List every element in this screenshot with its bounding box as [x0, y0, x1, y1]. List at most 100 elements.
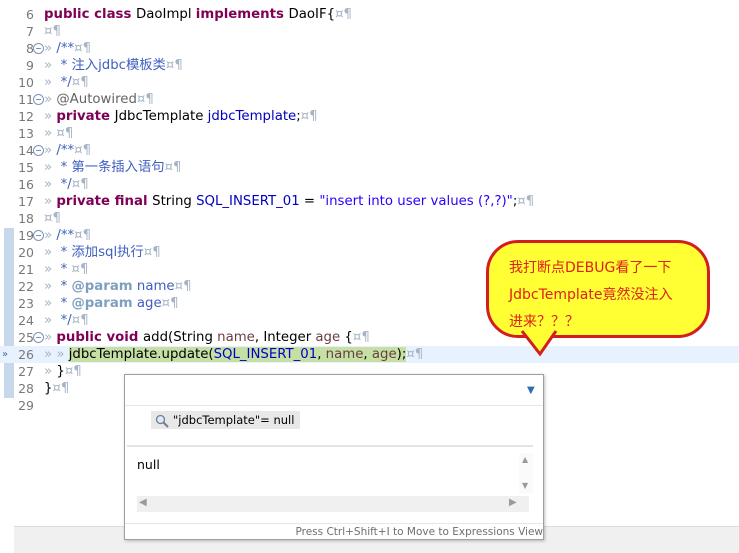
- code-line[interactable]: 10 » */¤¶: [0, 74, 739, 91]
- value-vertical-scrollbar[interactable]: ▲ ▼: [519, 453, 533, 493]
- code-token: »: [44, 313, 57, 328]
- code-token: name: [132, 279, 175, 294]
- line-number: 11: [18, 92, 34, 107]
- code-token: » »: [44, 347, 69, 362]
- code-token: »: [44, 41, 57, 56]
- fold-toggle-icon[interactable]: −: [33, 94, 44, 105]
- code-token: »: [44, 160, 57, 175]
- scroll-left-icon[interactable]: ◀: [139, 497, 147, 508]
- current-instruction-icon: »: [2, 349, 9, 360]
- code-token: »: [44, 92, 57, 107]
- code-token: »: [44, 364, 57, 379]
- code-line[interactable]: 16 » */¤¶: [0, 176, 739, 193]
- code-token: ¤¶: [174, 279, 192, 294]
- code-line[interactable]: 11−» @Autowired¤¶: [0, 91, 739, 108]
- code-token: SQL_INSERT_01: [213, 347, 318, 362]
- code-text: » private JdbcTemplate jdbcTemplate;¤¶: [44, 108, 318, 125]
- code-token: }: [56, 364, 65, 379]
- scroll-up-icon[interactable]: ▲: [522, 455, 528, 464]
- chevron-down-icon[interactable]: ▼: [527, 385, 535, 396]
- code-line[interactable]: 17 » private final String SQL_INSERT_01 =…: [0, 193, 739, 210]
- line-number: 7: [26, 24, 34, 39]
- expression-row[interactable]: "jdbcTemplate"= null: [151, 411, 301, 429]
- code-token: »: [44, 330, 57, 345]
- code-line[interactable]: 12 » private JdbcTemplate jdbcTemplate;¤¶: [0, 108, 739, 125]
- code-token: ¤¶: [44, 211, 61, 226]
- code-token: ¤¶: [335, 7, 353, 22]
- code-token: {: [340, 330, 353, 345]
- fold-toggle-icon[interactable]: −: [33, 332, 44, 343]
- code-text: » private final String SQL_INSERT_01 = "…: [44, 193, 534, 210]
- code-text: » * ¤¶: [44, 261, 88, 278]
- code-token: /**: [56, 143, 75, 158]
- code-token: DaoImpl: [136, 7, 196, 22]
- line-number: 18: [18, 211, 34, 226]
- code-token: "insert into user values (?,?)": [319, 194, 513, 209]
- code-token: /**: [56, 41, 75, 56]
- code-token: ¤¶: [143, 245, 161, 260]
- code-line[interactable]: 6 public class DaoImpl implements DaoIF{¤…: [0, 6, 739, 23]
- code-text: » » jdbcTemplate.update(SQL_INSERT_01, n…: [44, 346, 423, 363]
- scroll-down-icon[interactable]: ▼: [522, 481, 528, 490]
- fold-toggle-icon[interactable]: −: [33, 43, 44, 54]
- code-token: =: [299, 194, 320, 209]
- expression-label: "jdbcTemplate"= null: [173, 413, 295, 427]
- code-line[interactable]: 9 » * 注入jdbc模板类¤¶: [0, 57, 739, 74]
- line-number: 14: [18, 143, 34, 158]
- line-number: 26: [18, 347, 34, 362]
- code-token: »: [44, 279, 57, 294]
- code-token: /**: [56, 228, 75, 243]
- code-token: ¤¶: [352, 330, 370, 345]
- code-token: ¤¶: [406, 347, 424, 362]
- code-text: » */¤¶: [44, 312, 89, 329]
- code-token: ¤¶: [161, 296, 179, 311]
- code-token: name: [217, 330, 255, 345]
- code-token: age: [315, 330, 341, 345]
- code-line[interactable]: 7 ¤¶: [0, 23, 739, 40]
- callout-tail: [520, 330, 558, 357]
- code-token: */: [56, 75, 72, 90]
- code-token: ¤¶: [74, 41, 92, 56]
- code-text: » ¤¶: [44, 125, 73, 142]
- code-token: ¤¶: [71, 313, 89, 328]
- code-line[interactable]: 13 » ¤¶: [0, 125, 739, 142]
- code-token: jdbcTemplate: [207, 109, 297, 124]
- line-number: 16: [18, 177, 34, 192]
- code-text: » /**¤¶: [44, 142, 91, 159]
- value-horizontal-scrollbar[interactable]: ◀ ▶: [137, 496, 529, 512]
- code-token: public class: [44, 7, 137, 22]
- fold-toggle-icon[interactable]: −: [33, 230, 44, 241]
- code-token: ¤¶: [136, 92, 154, 107]
- code-token: ¤¶: [300, 109, 318, 124]
- code-token: name: [325, 347, 364, 362]
- line-number: 28: [18, 381, 34, 396]
- code-token: ¤¶: [71, 262, 89, 277]
- code-token: »: [44, 75, 57, 90]
- line-number: 21: [18, 262, 34, 277]
- code-token: ,: [317, 347, 326, 362]
- code-token: ¤¶: [64, 364, 82, 379]
- code-line[interactable]: 8−» /**¤¶: [0, 40, 739, 57]
- code-line[interactable]: 26 » » » jdbcTemplate.update(SQL_INSERT_01…: [0, 346, 739, 363]
- callout-line-1: 我打断点DEBUG看了一下: [509, 260, 672, 276]
- code-token: ¤¶: [74, 143, 92, 158]
- code-text: » public void add(String name, Integer a…: [44, 329, 370, 346]
- code-line[interactable]: 18 ¤¶: [0, 210, 739, 227]
- inspect-popup[interactable]: ▼ "jdbcTemplate"= null null ▲ ▼ ◀ ▶ Pres…: [124, 374, 544, 540]
- code-token: ¤¶: [517, 194, 535, 209]
- scroll-right-icon[interactable]: ▶: [509, 497, 517, 508]
- code-token: *: [56, 262, 72, 277]
- code-token: @param: [71, 279, 133, 294]
- line-number: 10: [18, 75, 34, 90]
- line-number: 27: [18, 364, 34, 379]
- code-line[interactable]: 14−» /**¤¶: [0, 142, 739, 159]
- code-line[interactable]: 15 » * 第一条插入语句¤¶: [0, 159, 739, 176]
- line-number: 25: [18, 330, 34, 345]
- line-number: 12: [18, 109, 34, 124]
- code-token: jdbcTemplate.update(: [68, 347, 214, 362]
- code-token: ¤¶: [44, 24, 61, 39]
- magnifier-icon: [155, 414, 169, 428]
- fold-toggle-icon[interactable]: −: [33, 145, 44, 156]
- popup-footer: Press Ctrl+Shift+I to Move to Expression…: [125, 523, 543, 540]
- code-token: String: [152, 194, 197, 209]
